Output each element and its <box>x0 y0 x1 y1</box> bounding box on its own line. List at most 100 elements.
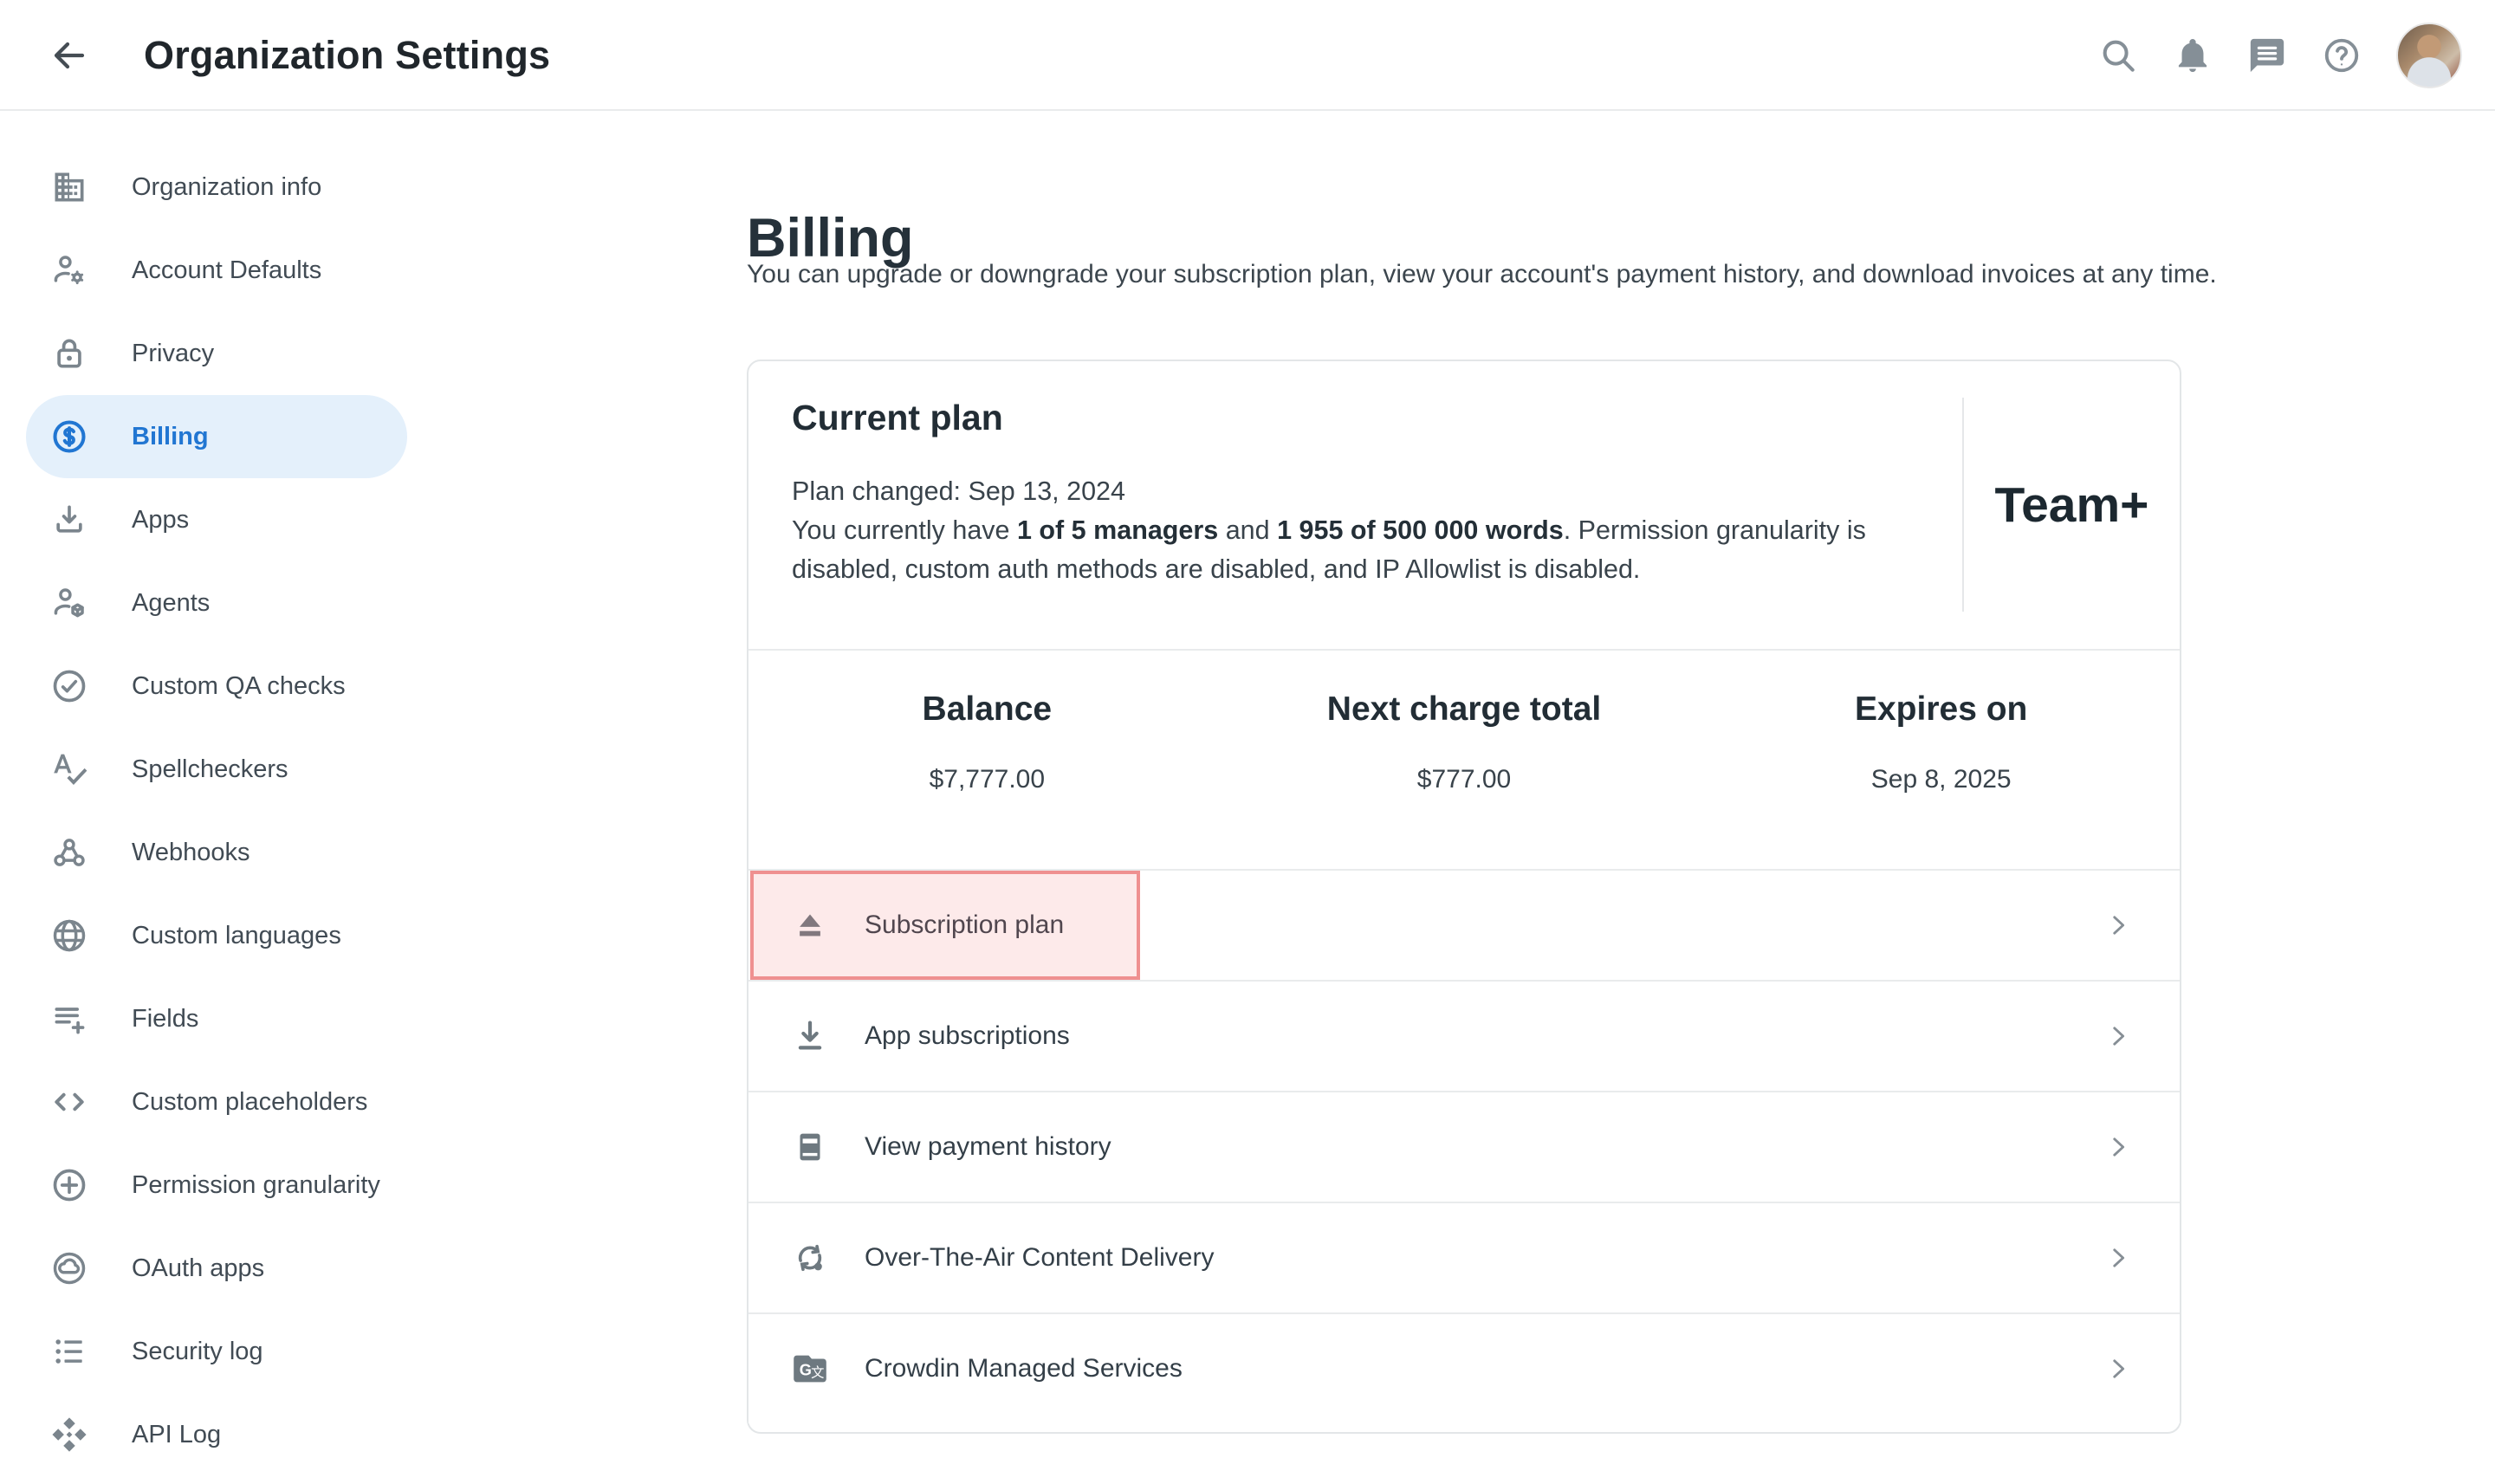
svg-text:文: 文 <box>811 1366 824 1381</box>
current-plan-heading: Current plan <box>792 398 1003 438</box>
stat-label: Balance <box>748 690 1226 729</box>
sidebar-item-label: OAuth apps <box>132 1254 264 1283</box>
sidebar-item-label: API Log <box>132 1421 221 1449</box>
billing-row-app-subscriptions[interactable]: App subscriptions <box>748 980 2180 1091</box>
words-usage: 1 955 of 500 000 words <box>1277 515 1564 545</box>
sidebar-item-spellcheckers[interactable]: Spellcheckers <box>26 728 407 811</box>
sidebar-item-label: Privacy <box>132 340 214 368</box>
billing-row-label: View payment history <box>865 1132 1111 1162</box>
sidebar-item-label: Agents <box>132 589 210 618</box>
sidebar-item-account-defaults[interactable]: Account Defaults <box>26 229 407 312</box>
stat-expires-on: Expires on Sep 8, 2025 <box>1702 651 2180 869</box>
sidebar-item-label: Organization info <box>132 173 321 202</box>
lock-icon <box>50 334 88 373</box>
help-icon[interactable] <box>2322 36 2362 75</box>
plan-name: Team+ <box>1995 476 2149 534</box>
plus-circle-icon <box>50 1166 88 1204</box>
webhook-icon <box>50 833 88 872</box>
chevron-right-icon <box>2103 1243 2133 1273</box>
download-icon <box>790 1016 830 1056</box>
billing-row-crowdin-managed-services[interactable]: G文 Crowdin Managed Services <box>748 1312 2180 1423</box>
sidebar-item-label: Spellcheckers <box>132 755 288 784</box>
sidebar-item-label: Custom QA checks <box>132 672 346 701</box>
chevron-right-icon <box>2103 1354 2133 1384</box>
sidebar-item-fields[interactable]: Fields <box>26 977 407 1060</box>
sidebar-item-permission-granularity[interactable]: Permission granularity <box>26 1144 407 1227</box>
plan-changed-text: Plan changed: Sep 13, 2024 <box>792 472 1927 511</box>
sidebar-item-label: Apps <box>132 506 189 535</box>
code-icon <box>50 1083 88 1121</box>
sidebar-item-organization-info[interactable]: Organization info <box>26 146 407 229</box>
header-actions <box>2098 0 2462 111</box>
billing-row-view-payment-history[interactable]: View payment history <box>748 1091 2180 1202</box>
list-icon <box>50 1332 88 1371</box>
ota-sync-icon <box>790 1238 830 1278</box>
sidebar-item-custom-qa-checks[interactable]: Custom QA checks <box>26 645 407 728</box>
billing-row-subscription-plan[interactable]: Subscription plan <box>748 869 2180 980</box>
current-plan-details: Plan changed: Sep 13, 2024 You currently… <box>792 472 1927 589</box>
credit-card-icon <box>790 1127 830 1167</box>
sidebar-item-webhooks[interactable]: Webhooks <box>26 811 407 894</box>
cloud-circle-icon <box>50 1249 88 1287</box>
sidebar-item-agents[interactable]: Agents <box>26 561 407 645</box>
check-circle-icon <box>50 667 88 705</box>
sidebar-item-api-log[interactable]: API Log <box>26 1393 407 1476</box>
svg-text:G: G <box>800 1362 812 1379</box>
settings-sidebar: Organization info Account Defaults Privacy… <box>0 113 442 1476</box>
plan-stats: Balance $7,777.00 Next charge total $777.00… <box>748 651 2180 869</box>
chevron-right-icon <box>2103 1021 2133 1051</box>
eject-icon <box>790 905 830 945</box>
download-tray-icon <box>50 501 88 539</box>
billing-row-label: App subscriptions <box>865 1021 1070 1051</box>
sidebar-item-custom-languages[interactable]: Custom languages <box>26 894 407 977</box>
sidebar-item-apps[interactable]: Apps <box>26 478 407 561</box>
avatar[interactable] <box>2396 23 2462 88</box>
page-title: Organization Settings <box>144 0 550 111</box>
spellcheck-icon <box>50 750 88 788</box>
stat-value: Sep 8, 2025 <box>1702 765 2180 794</box>
billing-row-label: Crowdin Managed Services <box>865 1354 1183 1384</box>
building-icon <box>50 168 88 206</box>
plan-badge-area: Team+ <box>1962 398 2180 612</box>
list-plus-icon <box>50 1000 88 1038</box>
billing-actions-list: Subscription plan App subscriptions View p… <box>748 869 2180 1423</box>
sidebar-item-billing[interactable]: Billing <box>26 395 407 478</box>
stat-label: Next charge total <box>1226 690 1703 729</box>
managers-usage: 1 of 5 managers <box>1017 515 1218 545</box>
billing-row-over-the-air-content-delivery[interactable]: Over-The-Air Content Delivery <box>748 1202 2180 1312</box>
sidebar-item-label: Fields <box>132 1005 198 1034</box>
stat-value: $7,777.00 <box>748 765 1226 794</box>
sidebar-item-label: Custom languages <box>132 922 341 950</box>
section-subtitle: You can upgrade or downgrade your subscr… <box>747 260 2217 289</box>
sidebar-item-security-log[interactable]: Security log <box>26 1310 407 1393</box>
stat-value: $777.00 <box>1226 765 1703 794</box>
globe-icon <box>50 917 88 955</box>
billing-card: Current plan Plan changed: Sep 13, 2024 … <box>747 360 2181 1434</box>
sidebar-item-label: Billing <box>132 423 209 451</box>
notifications-icon[interactable] <box>2173 36 2213 75</box>
diamonds-icon <box>50 1416 88 1454</box>
stat-label: Expires on <box>1702 690 2180 729</box>
stat-balance: Balance $7,777.00 <box>748 651 1226 869</box>
sidebar-item-privacy[interactable]: Privacy <box>26 312 407 395</box>
billing-row-label: Subscription plan <box>865 910 1064 940</box>
chevron-right-icon <box>2103 1132 2133 1162</box>
stat-next-charge-total: Next charge total $777.00 <box>1226 651 1703 869</box>
back-arrow-icon[interactable] <box>49 35 90 76</box>
sidebar-item-label: Custom placeholders <box>132 1088 367 1117</box>
agent-cube-icon <box>50 584 88 622</box>
sidebar-item-oauth-apps[interactable]: OAuth apps <box>26 1227 407 1310</box>
dollar-circle-icon <box>50 418 88 456</box>
billing-row-label: Over-The-Air Content Delivery <box>865 1243 1214 1273</box>
translate-icon: G文 <box>790 1349 830 1389</box>
search-icon[interactable] <box>2098 36 2138 75</box>
sidebar-item-label: Webhooks <box>132 839 250 867</box>
chevron-right-icon <box>2103 910 2133 940</box>
messages-icon[interactable] <box>2247 36 2287 75</box>
sidebar-item-label: Permission granularity <box>132 1171 380 1200</box>
sidebar-item-label: Account Defaults <box>132 256 321 285</box>
sidebar-item-label: Security log <box>132 1338 263 1366</box>
plan-usage-text: You currently have 1 of 5 managers and 1… <box>792 511 1927 589</box>
sidebar-item-custom-placeholders[interactable]: Custom placeholders <box>26 1060 407 1144</box>
user-gear-icon <box>50 251 88 289</box>
